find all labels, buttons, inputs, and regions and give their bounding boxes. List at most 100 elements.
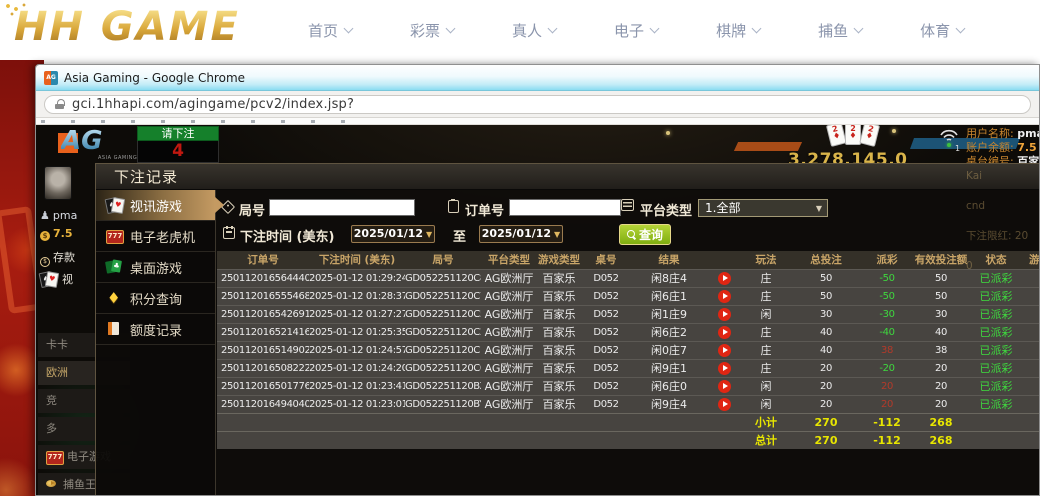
cell-game-type: 百家乐 [537,305,581,323]
clipboard-icon [448,200,459,213]
cell-round: GD052251120C1 [405,341,481,359]
cell-payout: 20 [861,377,913,395]
cell-bet: 20 [791,359,861,377]
order-filter-label: 订单号 [465,200,504,219]
replay-button[interactable] [718,290,731,303]
replay-button[interactable] [718,326,731,339]
cell-bet-sum: 270 [791,413,861,431]
address-bar[interactable]: gci.1hhapi.com/agingame/pcv2/index.jsp? [44,95,1031,114]
cell-result: 闲1庄9 [631,305,707,323]
chevron-down-icon [650,24,660,34]
cell-empty [969,413,1023,431]
cell-empty [631,413,707,431]
modal-tab-5[interactable]: 额度记录 [96,314,215,345]
cell-game-type: 百家乐 [537,359,581,377]
date-from-select[interactable]: 2025/01/12▼ [351,225,435,243]
cell-round: GD052251120C7 [405,287,481,305]
nav-item-3[interactable]: 真人 [512,20,556,41]
cell-bet: 50 [791,287,861,305]
replay-button[interactable] [718,272,731,285]
cell-time: 2025-01-12 01:23:01 [309,395,405,413]
cell-bet: 30 [791,305,861,323]
table-row: 2501120165644402025-01-12 01:29:24GD0522… [217,269,1039,287]
platform-filter-label: 平台类型 [640,200,692,219]
dropdown-arrow-icon: ▼ [554,230,560,239]
cell-play: 庄 [741,359,791,377]
date-to-select[interactable]: 2025/01/12▼ [479,225,563,243]
window-titlebar[interactable]: AG Asia Gaming - Google Chrome [36,65,1039,91]
nav-item-6[interactable]: 捕鱼 [818,20,862,41]
column-header-11: 派彩 [861,251,913,269]
cell-status: 已派彩 [969,395,1023,413]
ag-logo-subtext: ASIA GAMING [98,155,137,161]
game-area: AG ASIA GAMING 请下注 4 2♦2♦2♦ 3,278,145.0 [36,125,1039,496]
cell-time: 2025-01-12 01:23:41 [309,377,405,395]
cell-extra [1023,359,1039,377]
order-input[interactable] [509,199,621,216]
cell-platform: AG欧洲厅 [481,323,537,341]
site-nav: 首页 彩票 真人 电子 棋牌 捕鱼 体育 [308,20,964,41]
total-row: 总计270-112268 [217,431,1039,449]
cell-platform: AG欧洲厅 [481,341,537,359]
cell-status: 已派彩 [969,323,1023,341]
cell-table: D052 [581,305,631,323]
search-button[interactable]: 查询 [619,224,671,245]
site-topbar: HH GAME 首页彩票真人电子棋牌捕鱼体育 [0,0,1040,62]
cell-extra [1023,305,1039,323]
user-panel-row: 账户余额: 7.5 [966,141,1039,155]
records-table: 订单号下注时间 (美东)局号平台类型游戏类型桌号结果玩法总投注派彩有效投注额状态… [217,251,1039,449]
column-header-4: 平台类型 [481,251,537,269]
cell-result: 闲9庄4 [631,395,707,413]
cell-payout-sum: -112 [861,431,913,449]
cell-result: 闲0庄7 [631,341,707,359]
records-table-wrap: 订单号下注时间 (美东)局号平台类型游戏类型桌号结果玩法总投注派彩有效投注额状态… [217,251,1039,449]
cell-replay [707,377,741,395]
nav-item-4[interactable]: 电子 [614,20,658,41]
table-icon [106,260,123,274]
table-row: 2501120165149022025-01-12 01:24:57GD0522… [217,341,1039,359]
replay-button[interactable] [718,344,731,357]
table-row: 2501120165554682025-01-12 01:28:37GD0522… [217,287,1039,305]
cell-time: 2025-01-12 01:29:24 [309,269,405,287]
cell-payout: -30 [861,305,913,323]
cell-empty [707,431,741,449]
cell-round: GD052251120BY [405,395,481,413]
nav-item-7[interactable]: 体育 [920,20,964,41]
video-games-shortcut[interactable]: 视 [40,271,73,287]
cell-bet: 50 [791,269,861,287]
replay-button[interactable] [718,362,731,375]
cell-empty [405,413,481,431]
replay-button[interactable] [718,398,731,411]
cell-payout: -20 [861,359,913,377]
modal-tab-label: 桌面游戏 [130,258,182,277]
cell-bet: 40 [791,323,861,341]
cell-order: 250112016501776 [217,377,309,395]
deposit-button[interactable]: $存款 [40,249,75,267]
cell-platform: AG欧洲厅 [481,287,537,305]
platform-select[interactable]: 1.全部 ▼ [698,199,828,217]
cell-status: 已派彩 [969,287,1023,305]
nav-label: 捕鱼 [818,20,848,41]
cell-result: 闲8庄4 [631,269,707,287]
replay-button[interactable] [718,380,731,393]
cell-game-type: 百家乐 [537,377,581,395]
modal-tab-4[interactable]: 积分查询 [96,283,215,314]
cell-game-type: 百家乐 [537,341,581,359]
cell-game-type: 百家乐 [537,269,581,287]
round-input[interactable] [269,199,415,216]
modal-tab-label: 积分查询 [130,289,182,308]
cell-order: 250112016521416 [217,323,309,341]
scene-light [892,129,896,133]
nav-item-5[interactable]: 棋牌 [716,20,760,41]
nav-item-2[interactable]: 彩票 [410,20,454,41]
replay-button[interactable] [718,308,731,321]
url-text: gci.1hhapi.com/agingame/pcv2/index.jsp? [72,97,354,112]
cell-empty [581,413,631,431]
nav-item-1[interactable]: 首页 [308,20,352,41]
round-filter-label: 局号 [239,200,265,219]
cell-table: D052 [581,395,631,413]
cell-platform: AG欧洲厅 [481,269,537,287]
nav-label: 真人 [512,20,542,41]
modal-tab-3[interactable]: 桌面游戏 [96,252,215,283]
chrome-window: AG Asia Gaming - Google Chrome gci.1hhap… [35,64,1040,496]
